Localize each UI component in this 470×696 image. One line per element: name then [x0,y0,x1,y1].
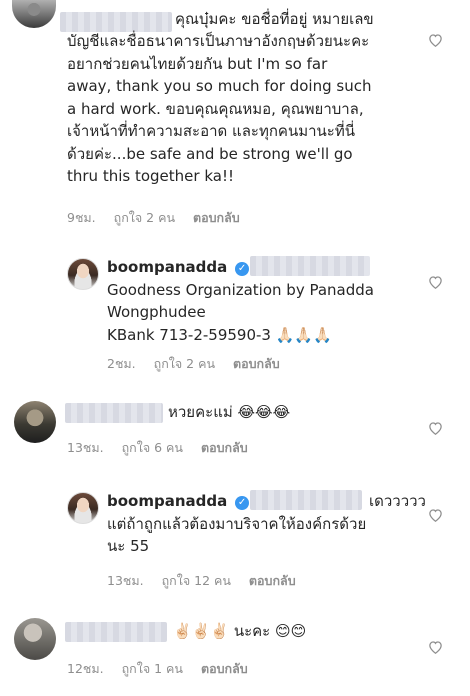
likes-count[interactable]: ถูกใจ 6 คน [122,440,183,455]
comment-line: thru this together ka!! [67,167,234,185]
reply-button[interactable]: ตอบกลับ [201,661,248,676]
verified-badge-icon: ✓ [235,496,250,510]
username[interactable]: boompanadda [107,258,227,276]
comment-line: Goodness Organization by Panadda [107,280,374,299]
heart-icon[interactable] [428,421,443,435]
comment-text: หวยคะแม่ 😂😂😂 [168,401,290,424]
victory-emoji: ✌🏻✌🏻✌🏻 [173,622,230,640]
avatar[interactable] [14,618,56,660]
smile-emoji: 😊😊 [275,622,307,640]
likes-count[interactable]: ถูกใจ 12 คน [162,573,231,588]
comment-line: คุณบุ๋มคะ ขอชื่อที่อยู่ หมายเลข [175,10,374,28]
mention-redacted[interactable] [250,256,370,276]
comment-line: ด้วยค่ะ...be safe and be strong we'll go [67,144,353,163]
likes-count[interactable]: ถูกใจ 2 คน [154,356,215,371]
timestamp: 13ชม. [107,573,144,588]
comment-3: หวยคะแม่ 😂😂😂 13ชม. ถูกใจ 6 คน ตอบกลับ [0,395,470,465]
laughing-emoji: 😂😂😂 [237,403,291,421]
comment-line: อยากช่วยคนไทยด้วยกัน but I'm so far [67,54,328,73]
mention-redacted[interactable] [250,490,362,510]
avatar[interactable] [14,401,56,443]
reply-button[interactable]: ตอบกลับ [193,210,240,225]
verified-badge-icon: ✓ [235,262,250,276]
comment-line: เดววววว [369,492,426,510]
username-redacted[interactable] [60,12,172,32]
heart-icon[interactable] [428,508,443,522]
comment-text: ✌🏻✌🏻✌🏻 นะคะ 😊😊 [173,620,306,643]
comment-line: บัญชีและชื่อธนาคารเป็นภาษาอังกฤษด้วยนะคะ [67,32,370,50]
comment-line: Wongphudee [107,303,206,321]
comment-meta: 13ชม. ถูกใจ 6 คน ตอบกลับ [67,438,262,458]
reply-button[interactable]: ตอบกลับ [249,573,296,588]
username[interactable]: boompanadda [107,492,227,510]
timestamp: 13ชม. [67,440,104,455]
comment-line: หวยคะแม่ [168,403,233,421]
comment-line: นะ 55 [107,537,150,555]
heart-icon[interactable] [428,275,443,289]
comment-5: ✌🏻✌🏻✌🏻 นะคะ 😊😊 12ชม. ถูกใจ 1 คน ตอบกลับ [0,614,470,694]
likes-count[interactable]: ถูกใจ 1 คน [122,661,183,676]
avatar[interactable] [12,0,56,28]
timestamp: 2ชม. [107,356,136,371]
account-number: KBank 713-2-59590-3 [107,325,271,344]
username-redacted[interactable] [65,622,167,642]
comment-text: คุณบุ๋มคะ ขอชื่อที่อยู่ หมายเลข [175,8,374,31]
comment-line: away, thank you so much for doing such [67,77,372,95]
comment-1: คุณบุ๋มคะ ขอชื่อที่อยู่ หมายเลข บัญชีและ… [0,0,470,225]
comment-meta: 12ชม. ถูกใจ 1 คน ตอบกลับ [67,659,262,679]
comment-2: boompanadda ✓ Goodness Organization by P… [0,250,470,380]
avatar[interactable] [67,258,99,290]
comment-line: เจ้าหน้าที่ทำความสะอาด และทุกคนมานะที่นี… [67,122,355,140]
likes-count[interactable]: ถูกใจ 2 คน [114,210,175,225]
reply-button[interactable]: ตอบกลับ [233,356,280,371]
timestamp: 12ชม. [67,661,104,676]
heart-icon[interactable] [428,640,443,654]
timestamp: 9ชม. [67,210,96,225]
avatar[interactable] [67,492,99,524]
comment-line: นะคะ [233,622,271,640]
comment-line: a hard work. ขอบคุณคุณหมอ, คุณพยาบาล, [67,99,364,118]
comment-line: แต่ถ้าถูกแล้วต้องมาบริจาคให้องค์กรด้วย [107,514,367,533]
comment-meta: 2ชม. ถูกใจ 2 คน ตอบกลับ [107,354,294,374]
comment-text-body: บัญชีและชื่อธนาคารเป็นภาษาอังกฤษด้วยนะคะ… [67,30,427,188]
comment-meta: 9ชม. ถูกใจ 2 คน ตอบกลับ [67,208,254,228]
comment-4: boompanadda ✓ เดววววว แต่ถ้าถูกแล้วต้องม… [0,488,470,588]
comment-line: KBank 713-2-59590-3 🙏🏻🙏🏻🙏🏻 [107,324,437,347]
reply-button[interactable]: ตอบกลับ [201,440,248,455]
heart-icon[interactable] [428,33,443,47]
comment-meta: 13ชม. ถูกใจ 12 คน ตอบกลับ [107,571,310,591]
username-redacted[interactable] [65,403,163,423]
pray-emoji: 🙏🏻🙏🏻🙏🏻 [275,325,332,344]
